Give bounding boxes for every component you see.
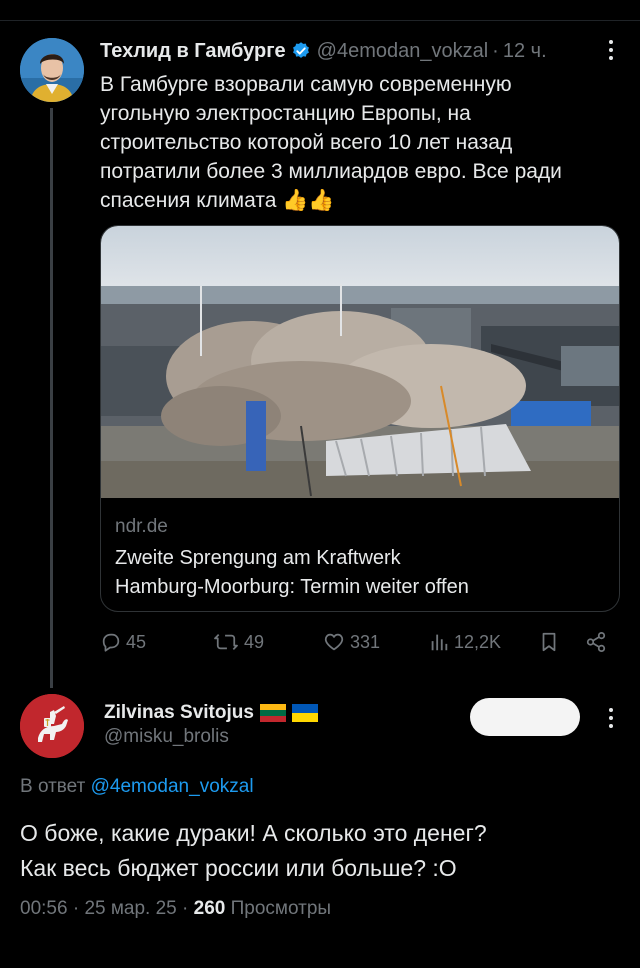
demolition-photo [101,226,619,498]
tweet-text-line: спасения климата 👍👍 [100,189,335,212]
reply-avatar[interactable] [20,694,84,758]
share-button[interactable] [584,628,612,656]
author-name[interactable]: Техлид в Гамбурге [100,40,286,63]
bookmark-icon [542,632,556,652]
more-vertical-icon [609,708,613,712]
reply-views-count: 260 [193,898,226,919]
more-vertical-icon [609,40,613,44]
link-preview-card[interactable]: ndr.de Zweite Sprengung am Kraftwerk Ham… [100,225,620,612]
tweet-timestamp[interactable]: 12 ч. [503,40,547,63]
lithuania-flag-icon [259,704,286,722]
separator-dot: · [492,39,499,62]
reply-count: 45 [126,631,147,652]
retweet-button[interactable]: 49 [212,628,264,656]
reply-author-name[interactable]: Zilvinas Svitojus [104,702,254,724]
avatar-portrait-icon [20,38,84,102]
reply-date[interactable]: 25 мар. 25 [84,898,176,919]
retweet-count: 49 [244,631,265,652]
vytis-knight-icon [20,694,84,758]
views-count: 12,2K [454,631,502,652]
bookmark-button[interactable] [538,628,564,656]
reply-views-label: Просмотры [230,898,332,919]
reply-meta: 00:56 · 25 мар. 25 · 260 Просмотры [20,898,331,920]
reply-author-handle[interactable]: @misku_brolis [104,726,229,748]
share-icon [586,631,606,653]
views-button[interactable]: 12,2K [428,628,501,656]
card-title-line: Hamburg-Moorburg: Termin weiter offen [115,576,469,598]
reply-mention-link[interactable]: @4emodan_vokzal [91,776,254,797]
reply-author-row: Zilvinas Svitojus [104,700,318,726]
tweet-text-line: В Гамбурге взорвали самую современную [100,73,512,96]
separator-dot: · [72,898,80,919]
separator-dot: · [182,898,189,919]
card-title: Zweite Sprengung am Kraftwerk Hamburg-Mo… [115,544,611,602]
reply-more-options-button[interactable] [608,708,614,732]
reply-text-line: О боже, какие дураки! А сколько это дене… [20,820,487,846]
card-domain: ndr.de [115,516,168,537]
reply-context: В ответ @4emodan_vokzal [20,776,254,798]
like-button[interactable]: 331 [322,628,380,656]
reply-text: О боже, какие дураки! А сколько это дене… [20,816,620,886]
thread-connector-line [50,108,53,688]
tweet-text: В Гамбурге взорвали самую современную уг… [100,70,620,215]
views-bar-chart-icon [431,634,448,651]
reply-time[interactable]: 00:56 [20,898,68,919]
reply-prefix: В ответ [20,776,86,797]
like-count: 331 [350,631,381,652]
retweet-icon [214,634,238,650]
top-divider [0,20,640,21]
tweet-text-line: угольную электростанцию Европы, на [100,102,471,125]
more-options-button[interactable] [608,40,614,64]
card-title-line: Zweite Sprengung am Kraftwerk [115,547,401,569]
ukraine-flag-icon [291,704,318,722]
tweet-action-bar: 45 49 331 12,2K [100,628,620,656]
heart-icon [324,633,344,651]
author-handle[interactable]: @4emodan_vokzal [317,40,489,63]
reply-icon [102,633,120,652]
follow-button[interactable] [470,698,580,736]
avatar[interactable] [20,38,84,102]
verified-badge-icon [292,42,309,58]
reply-text-line: Как весь бюджет россии или больше? :О [20,855,457,881]
tweet-text-line: строительство которой всего 10 лет назад [100,131,513,154]
tweet-text-line: потратили более 3 миллиардов евро. Все р… [100,160,562,183]
tweet-header: Техлид в Гамбурге @4emodan_vokzal · 12 ч… [100,38,620,64]
reply-button[interactable]: 45 [100,628,146,656]
